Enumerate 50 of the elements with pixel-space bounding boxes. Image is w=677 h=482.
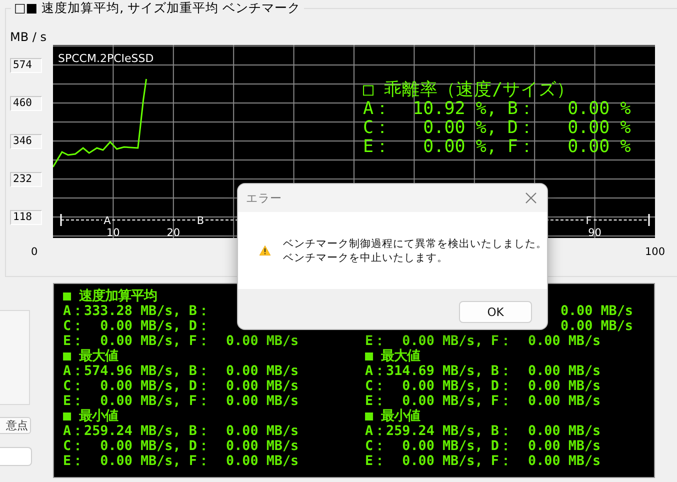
y-axis-label: 460 [10, 96, 42, 111]
x-axis-label: 20 [166, 227, 180, 238]
deviation-row: E： 0.00 %, F： 0.00 % [363, 138, 631, 157]
section-title: ■ 最小値 [63, 409, 120, 424]
result-row-text: C： 0.00 MB/s, D： 0.00 MB/s [63, 379, 300, 394]
y-axis-unit: MB / s [10, 30, 48, 44]
series-label: SPCCM.2PCIeSSD [58, 52, 154, 65]
y-axis-label: 118 [10, 210, 42, 225]
result-row-text: C： 0.00 MB/s, D： 0.00 MB/s [365, 439, 602, 454]
dialog-message: ベンチマークを中止いたします。 [283, 250, 449, 264]
group-title: □■ 速度加算平均, サイズ加重平均 ベンチマーク [11, 0, 304, 16]
y-axis-label: 574 [10, 58, 42, 73]
deviation-row: C： 0.00 %, D： 0.00 % [363, 119, 631, 138]
result-row-text: A：259.24 MB/s, B： 0.00 MB/s [365, 424, 602, 439]
x-axis-label: 90 [588, 227, 602, 238]
result-row-text: E： 0.00 MB/s, F： 0.00 MB/s [365, 334, 602, 349]
result-row-text: A：574.96 MB/s, B： 0.00 MB/s [63, 364, 300, 379]
x-axis-label: 10 [106, 227, 120, 238]
result-row-text: E： 0.00 MB/s, F： 0.00 MB/s [63, 394, 300, 409]
result-row: 0.00 MB/s [560, 319, 633, 334]
side-button[interactable]: 意点 [0, 417, 31, 434]
close-icon[interactable] [525, 192, 537, 204]
x-axis-label: 0 [31, 246, 38, 258]
result-row-text: E： 0.00 MB/s, F： 0.00 MB/s [365, 394, 602, 409]
deviation-row: A： 10.92 %, B： 0.00 % [363, 100, 631, 119]
y-axis-label: 232 [10, 172, 42, 187]
deviation-title: □ 乖離率（速度/サイズ） [363, 81, 576, 100]
result-row-text: E： 0.00 MB/s, F： 0.00 MB/s [63, 454, 300, 469]
y-axis-label: 346 [10, 134, 42, 149]
ok-button[interactable]: OK [459, 301, 532, 323]
result-row-text: A：259.24 MB/s, B： 0.00 MB/s [63, 424, 300, 439]
section-marker: F [586, 215, 592, 227]
result-row-text: C： 0.00 MB/s, D： [63, 319, 211, 334]
result-row-text: E： 0.00 MB/s, F： 0.00 MB/s [365, 454, 602, 469]
result-row-text: A：314.69 MB/s, B： 0.00 MB/s [365, 364, 602, 379]
section-title: ■ 最大値 [63, 349, 120, 364]
result-row-text: A：333.28 MB/s, B： [63, 304, 211, 319]
dialog-message: ベンチマーク制御過程にて異常を検出いたしました。 [283, 236, 547, 250]
x-axis-label: 100 [644, 246, 665, 258]
input-field[interactable] [0, 447, 32, 466]
result-row-text: E： 0.00 MB/s, F： 0.00 MB/s [63, 334, 300, 349]
result-row-text: C： 0.00 MB/s, D： 0.00 MB/s [63, 439, 300, 454]
section-marker: B [196, 215, 204, 227]
section-title: ■ 最小値 [365, 409, 422, 424]
section-title: ■ 速度加算平均 [63, 289, 158, 304]
result-row: 0.00 MB/s [560, 304, 633, 319]
result-row-text: C： 0.00 MB/s, D： 0.00 MB/s [365, 379, 602, 394]
section-title: ■ 最大値 [365, 349, 422, 364]
section-marker: A [104, 215, 111, 227]
dialog-title: エラー [246, 190, 282, 206]
